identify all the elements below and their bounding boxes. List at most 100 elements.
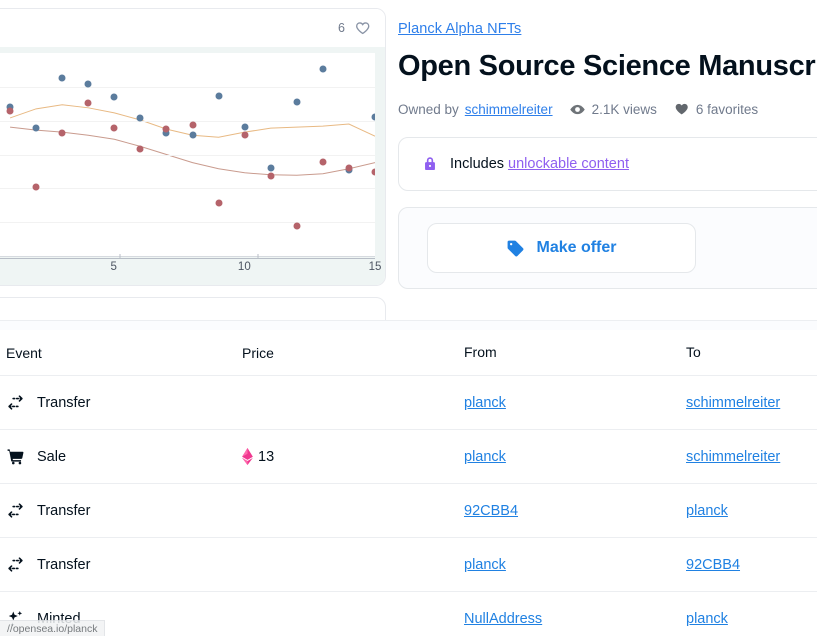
chart-data-point [293,222,300,229]
x-axis-line [0,258,375,259]
table-row[interactable]: MintedNullAddressplanck [0,592,817,636]
heart-outline-icon[interactable] [354,20,371,37]
chart-data-point [59,130,66,137]
chart-plot-area [0,53,375,257]
chart-data-point [111,93,118,100]
favorites-info: 6 favorites [673,101,758,118]
events-top-strip [0,320,817,330]
unlockable-content-banner: Includes unlockable content [398,137,817,191]
from-account-link[interactable]: planck [464,449,506,465]
column-header-event: Event [6,345,42,361]
table-row[interactable]: Transfer 92CBB4 planck [0,484,817,538]
to-account-link[interactable]: planck [686,503,728,519]
chart-data-point [215,92,222,99]
favorite-count: 6 [338,22,345,35]
unlockable-content-link[interactable]: unlockable content [508,156,629,172]
chart-data-point [267,172,274,179]
event-type-label: Sale [37,449,66,465]
x-axis-tick-label: 15 [369,261,382,273]
transfer-icon [6,501,25,520]
heart-solid-icon [673,101,690,118]
tag-icon [506,239,525,258]
chart-container: 051015 [0,47,385,286]
chart-data-point [137,146,144,153]
events-header-row: Event Price From To [0,330,817,376]
price-cell: 13 [242,448,464,465]
transfer-icon [6,555,25,574]
event-type-label: Transfer [37,503,90,519]
to-account-link[interactable]: 92CBB4 [686,557,740,573]
offer-panel: Make offer [398,207,817,289]
chart-data-point [267,164,274,171]
from-account-link[interactable]: planck [464,557,506,573]
column-header-to: To [686,344,701,360]
chart-data-point [293,98,300,105]
media-card-header: 6 [0,9,385,47]
chart-data-point [189,122,196,129]
eth-icon [242,448,253,465]
chart-data-point [319,158,326,165]
owned-by-label: Owned by [398,102,459,117]
collection-link[interactable]: Planck Alpha NFTs [398,21,521,37]
chart-data-point [372,113,376,120]
chart-gridline [0,121,375,122]
item-meta-row: Owned by schimmelreiter 2.1K views [398,101,817,118]
event-type-label: Transfer [37,557,90,573]
page-root: 6 051015 [0,0,817,636]
chart-gridline [0,87,375,88]
x-axis-ticks: 051015 [0,261,375,283]
column-header-price: Price [242,345,274,361]
transfer-icon [6,393,25,412]
chart-data-point [33,125,40,132]
event-type-label: Transfer [37,395,90,411]
from-account-link[interactable]: planck [464,395,506,411]
chart-data-point [85,99,92,106]
column-header-from: From [464,344,497,360]
chart-data-point [7,107,14,114]
chart-data-point [137,114,144,121]
to-account-link[interactable]: planck [686,611,728,627]
chart-data-point [319,66,326,73]
x-axis-tick-label: 10 [238,261,251,273]
chart-gridline [0,155,375,156]
favorites-count: 6 favorites [696,102,758,117]
lock-icon [421,155,439,173]
lock-icon [0,20,1,36]
x-axis-tick-mark [120,254,121,259]
owner-info: Owned by schimmelreiter [398,102,553,117]
status-bar-url: //opensea.io/planck [7,623,97,635]
unlockable-text: Includes unlockable content [450,156,629,172]
make-offer-button[interactable]: Make offer [427,223,696,273]
to-account-link[interactable]: schimmelreiter [686,449,780,465]
x-axis-tick-mark [257,254,258,259]
chart-data-point [85,81,92,88]
cart-icon [6,447,25,466]
views-count: 2.1K views [592,102,657,117]
owner-link[interactable]: schimmelreiter [465,102,553,117]
to-account-link[interactable]: schimmelreiter [686,395,780,411]
table-row[interactable]: Transfer planck schimmelreiter [0,376,817,430]
media-card: 6 051015 [0,8,386,286]
from-account-link[interactable]: NullAddress [464,611,542,627]
chart-gridline [0,188,375,189]
chart-data-point [372,168,376,175]
table-row[interactable]: Sale 13planck schimmelreiter [0,430,817,484]
table-row[interactable]: Transfer planck 92CBB4 [0,538,817,592]
chart-data-point [59,75,66,82]
from-account-link[interactable]: 92CBB4 [464,503,518,519]
views-info: 2.1K views [569,101,657,118]
chart-data-point [215,200,222,207]
chart-gridline [0,222,375,223]
item-overview: 6 051015 [0,0,817,320]
chart-data-point [163,126,170,133]
events-body: TransferplanckschimmelreiterSale13planck… [0,376,817,636]
chart-data-point [241,132,248,139]
make-offer-label: Make offer [536,239,616,257]
page-title: Open Source Science Manuscript [398,50,817,83]
chart-data-point [189,132,196,139]
chart-data-point [241,124,248,131]
includes-label: Includes [450,156,504,172]
item-detail-column: Planck Alpha NFTs Open Source Science Ma… [398,0,817,289]
favorite-group[interactable]: 6 [338,20,371,37]
chart-data-point [111,125,118,132]
